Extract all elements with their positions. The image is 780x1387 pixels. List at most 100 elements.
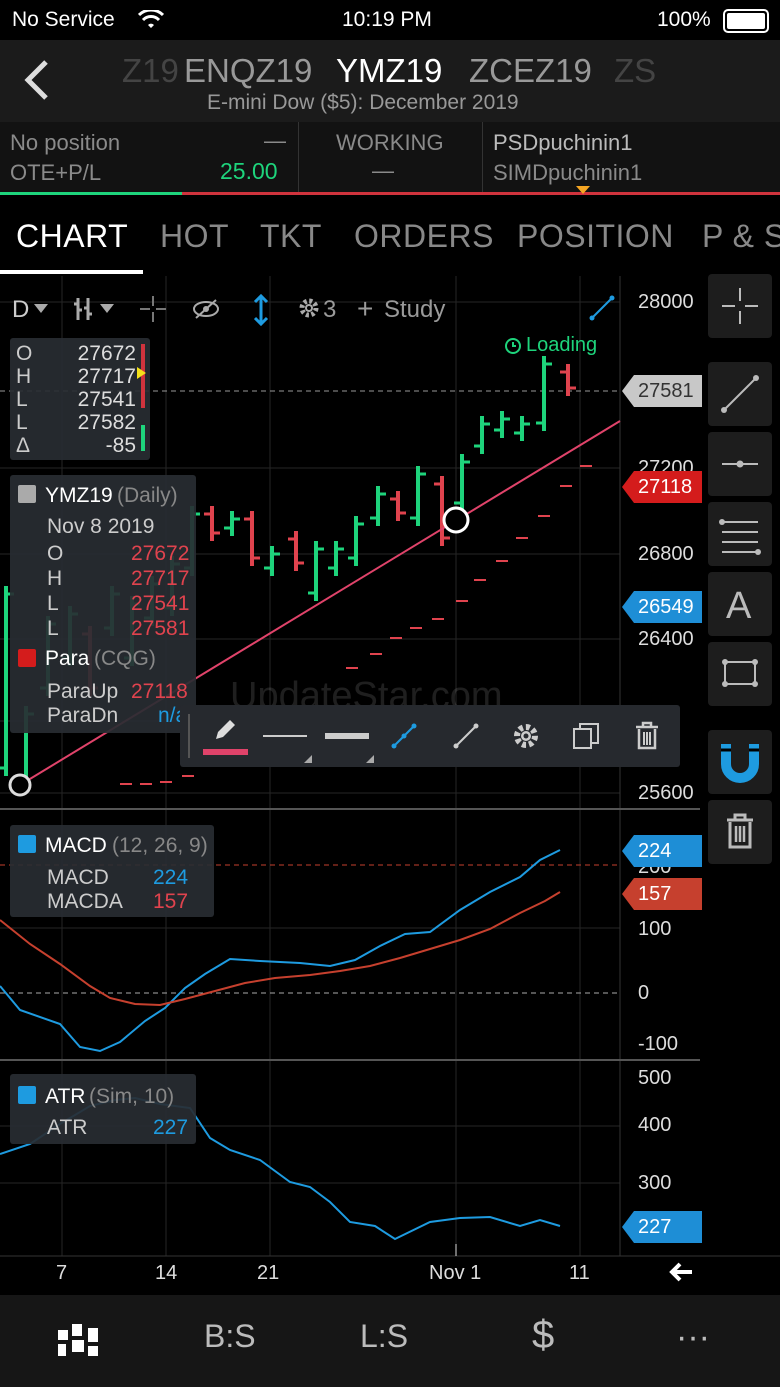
ohlc-value: 27717 (77, 365, 136, 388)
active-tab-underline (0, 270, 143, 274)
trash-icon[interactable] (634, 721, 660, 751)
magnet-tool[interactable] (708, 730, 772, 794)
price-axis-label: 26400 (638, 628, 694, 650)
position-dash: — (264, 128, 286, 153)
draw-line-icon[interactable] (588, 294, 616, 322)
limit-stop-nav[interactable]: L:S (360, 1318, 408, 1355)
crosshair-tool[interactable] (708, 274, 772, 338)
line-color-swatch[interactable] (203, 749, 248, 755)
ohlc-key: L (16, 411, 28, 434)
working-label[interactable]: WORKING (336, 130, 444, 156)
back-chevron-icon[interactable] (22, 58, 50, 102)
para-price-tag: 27118 (622, 471, 702, 503)
atr-label: ATR (47, 1116, 88, 1139)
rectangle-tool[interactable] (708, 642, 772, 706)
trend-line-handle[interactable] (8, 773, 32, 797)
battery-percent: 100% (657, 8, 711, 31)
macd-color-swatch[interactable] (18, 835, 36, 853)
fibonacci-tool[interactable] (708, 502, 772, 566)
account-caret-icon (576, 186, 590, 194)
svg-text:A: A (726, 585, 752, 627)
ohlc-key: H (16, 365, 32, 388)
symbol-tab[interactable]: ENQZ19 (184, 52, 312, 90)
crosshair-icon (722, 288, 758, 324)
account-primary[interactable]: PSDpuchinin1 (493, 130, 632, 156)
tab-hot[interactable]: HOT (160, 218, 229, 255)
delete-all-tool[interactable] (708, 800, 772, 864)
info-key: L (47, 592, 59, 615)
tab-ps[interactable]: P & S (702, 218, 780, 255)
macd-axis-label: 100 (638, 918, 672, 940)
macd-name: MACD (45, 834, 107, 857)
macd-axis-label: 0 (638, 982, 650, 1004)
line-tool-icon (721, 375, 759, 413)
macd-axis-label: -100 (638, 1033, 679, 1055)
trend-line-handle[interactable] (442, 506, 470, 534)
atr-name: ATR (45, 1085, 86, 1108)
plus-icon[interactable]: + (357, 293, 373, 325)
clock: 10:19 PM (342, 8, 432, 31)
vertical-scale-icon[interactable] (252, 294, 270, 326)
segment-tool-icon[interactable] (452, 722, 480, 750)
more-nav[interactable]: ··· (676, 1318, 710, 1357)
battery-icon (723, 9, 769, 33)
info-value: 27541 (131, 592, 190, 615)
scroll-to-end-icon[interactable] (668, 1261, 694, 1283)
symbol-tab-active[interactable]: YMZ19 (336, 52, 442, 90)
hide-eye-icon[interactable] (192, 298, 220, 320)
magnet-icon (721, 744, 759, 783)
horizontal-line-tool[interactable] (708, 432, 772, 496)
info-value: 27581 (131, 617, 190, 640)
pencil-icon[interactable] (212, 717, 238, 743)
x-axis-label: 11 (569, 1262, 590, 1284)
symbol-color-swatch[interactable] (18, 485, 36, 503)
ohlc-value: 27541 (77, 388, 136, 411)
interval-selector[interactable]: D (12, 296, 29, 324)
para-name: Para (45, 647, 90, 670)
line-thin-option[interactable] (263, 735, 307, 737)
crosshair-icon[interactable] (140, 296, 166, 322)
account-secondary[interactable]: SIMDpuchinin1 (493, 160, 642, 186)
para-color-swatch[interactable] (18, 649, 36, 667)
ohlc-value: -85 (105, 434, 136, 457)
symbol-tab[interactable]: ZS (614, 52, 656, 90)
account-nav[interactable]: $ (532, 1313, 554, 1358)
chevron-down-icon (34, 304, 48, 313)
text-tool[interactable]: A (708, 572, 772, 636)
tab-chart[interactable]: CHART (16, 218, 128, 255)
duplicate-icon[interactable] (571, 721, 601, 751)
macd-label: MACD (47, 866, 109, 889)
symbol-tab[interactable]: Z19 (122, 52, 179, 90)
ohlc-value: 27582 (77, 411, 136, 434)
para-dn-label: ParaDn (47, 704, 119, 727)
line-tool[interactable] (708, 362, 772, 426)
last-price-tag: 27581 (622, 375, 702, 407)
para-source: (CQG) (94, 647, 156, 670)
line-thick-option[interactable] (325, 733, 369, 739)
buy-sell-nav[interactable]: B:S (204, 1318, 256, 1355)
text-a-icon: A (726, 585, 752, 627)
tab-orders[interactable]: ORDERS (354, 218, 494, 255)
rectangle-icon (722, 659, 758, 687)
macda-value: 157 (153, 890, 189, 913)
info-period: (Daily) (117, 484, 178, 507)
symbol-tab[interactable]: ZCEZ19 (469, 52, 592, 90)
gear-icon[interactable] (298, 297, 320, 319)
status-bar: No Service 10:19 PM 100% (0, 0, 780, 40)
add-study-button[interactable]: Study (384, 296, 445, 324)
atr-color-swatch[interactable] (18, 1086, 36, 1104)
bar-type-icon[interactable] (72, 296, 94, 322)
gear-icon[interactable] (512, 722, 540, 750)
trendline-tool-icon[interactable] (390, 722, 418, 750)
tab-tkt[interactable]: TKT (260, 218, 322, 255)
carrier: No Service (12, 8, 115, 31)
info-symbol: YMZ19 (45, 484, 113, 507)
macd-value: 224 (153, 866, 189, 889)
para-up-value: 27118 (131, 680, 188, 703)
para-dn-value: n/a (158, 704, 180, 727)
atr-axis-label: 400 (638, 1114, 672, 1136)
fibonacci-lines-icon (719, 519, 761, 555)
chart-nav-icon[interactable] (56, 1320, 100, 1358)
tab-position[interactable]: POSITION (517, 218, 674, 255)
study-count: 3 (323, 296, 337, 323)
